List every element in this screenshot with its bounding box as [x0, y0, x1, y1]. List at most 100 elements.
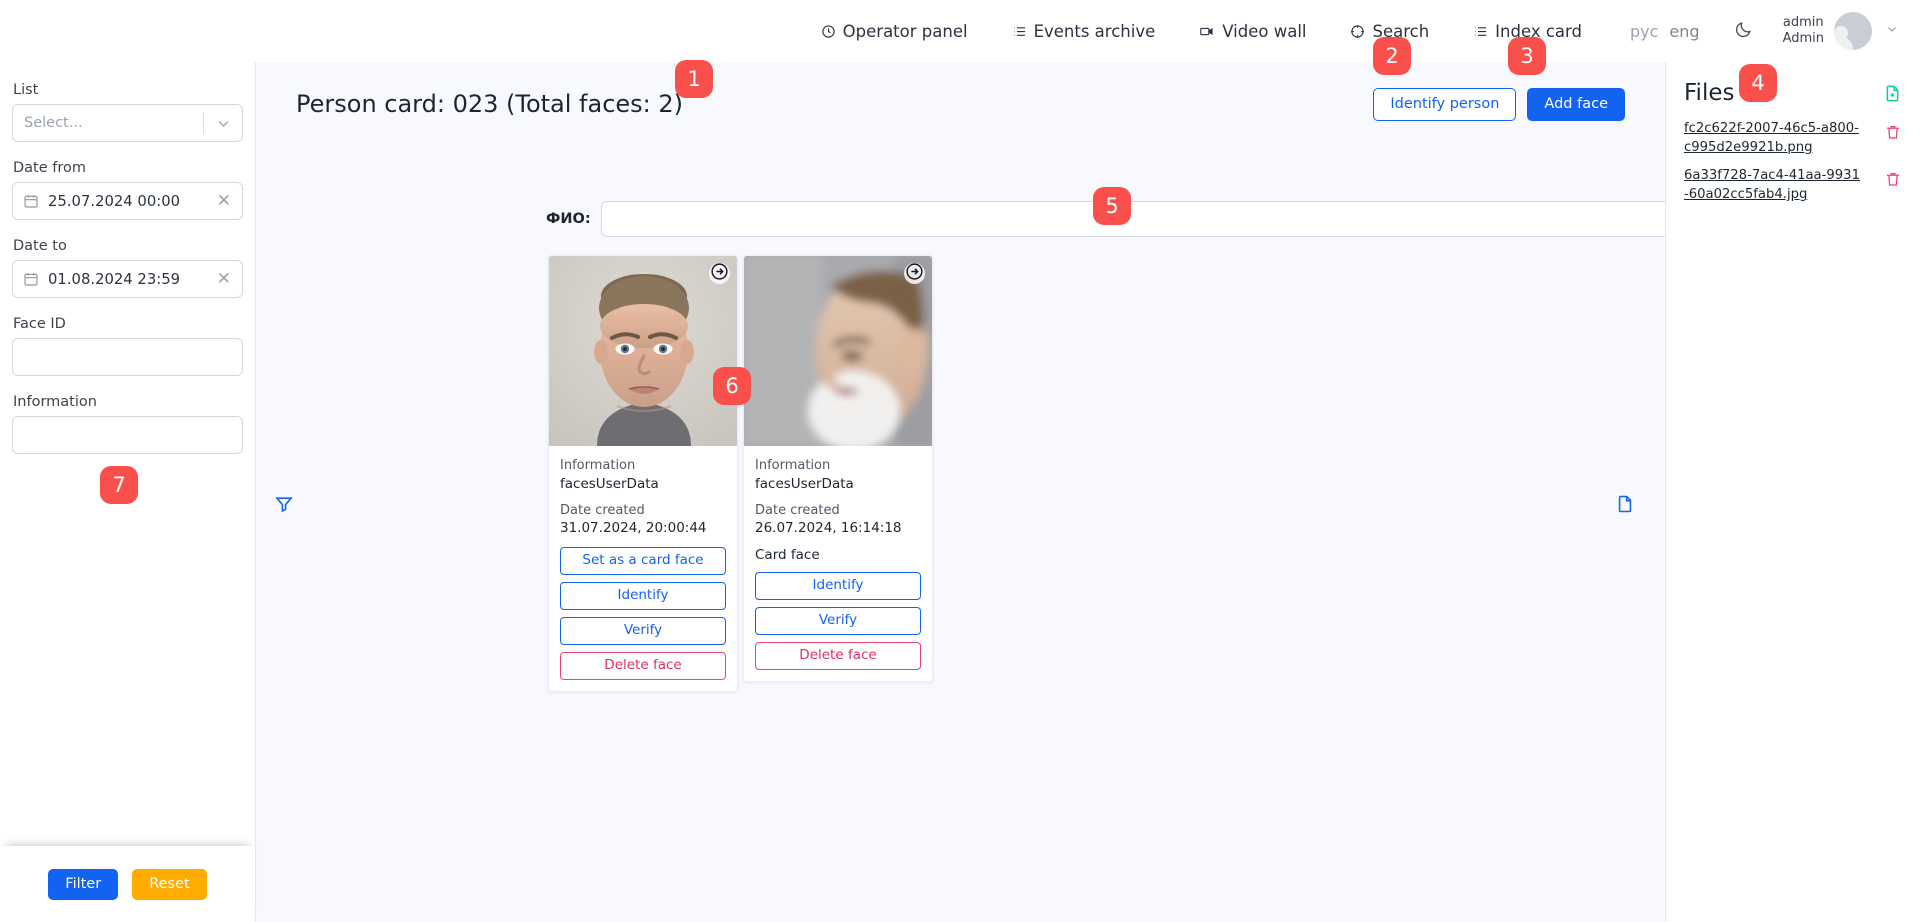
lang-ru[interactable]: рус [1630, 22, 1658, 41]
trash-icon [1884, 170, 1902, 192]
add-file-button[interactable] [1883, 80, 1902, 107]
face-card: Information facesUserData Date created 3… [548, 255, 738, 692]
face-card: Information facesUserData Date created 2… [743, 255, 933, 682]
date-from-input[interactable]: 25.07.2024 00:00 ✕ [12, 182, 243, 220]
identify-person-button[interactable]: Identify person [1373, 87, 1517, 121]
face-photo [744, 256, 932, 446]
information-value: facesUserData [755, 475, 854, 492]
information-input[interactable] [12, 416, 243, 454]
annotation-marker-3: 3 [1508, 37, 1546, 75]
trash-icon [1884, 123, 1902, 145]
fio-label: ФИО: [546, 211, 591, 227]
user-text: admin Admin [1783, 15, 1824, 48]
list-select[interactable]: Select... [12, 104, 243, 142]
information-block: Information facesUserData [560, 457, 726, 493]
target-icon [1350, 24, 1365, 39]
sidebar-scroll-area[interactable]: List Select... Date from 25.07.2024 00:0… [0, 62, 255, 846]
information-label: Information [560, 458, 636, 473]
page-title: Person card: 023 (Total faces: 2) [296, 90, 684, 118]
calendar-icon [23, 193, 39, 209]
face-image-1 [549, 256, 737, 446]
user-role: Admin [1782, 31, 1824, 46]
file-add-icon [1883, 84, 1902, 107]
information-block: Information facesUserData [755, 457, 921, 493]
date-from-value: 25.07.2024 00:00 [48, 192, 181, 210]
date-created-label: Date created [755, 502, 840, 518]
nav-item-events-archive[interactable]: Events archive [990, 11, 1178, 51]
user-menu[interactable]: admin Admin [1771, 12, 1898, 50]
set-as-card-face-button[interactable]: Set as a card face [560, 546, 726, 575]
field-group-list: List Select... [12, 82, 243, 142]
nav-label: Events archive [1033, 21, 1156, 41]
main-content: Person card: 023 (Total faces: 2) Identi… [256, 62, 1665, 922]
nav-label: Video wall [1222, 21, 1307, 41]
date-created-block: Date created 31.07.2024, 20:00:44 [560, 502, 726, 538]
list-label: List [13, 82, 39, 98]
face-id-input[interactable] [12, 338, 243, 376]
lang-en[interactable]: eng [1669, 22, 1699, 41]
file-list-item: 6a33f728-7ac4-41aa-9931-60a02cc5fab4.jpg [1684, 166, 1902, 204]
language-switcher: рус eng [1604, 22, 1716, 41]
video-camera-icon [1199, 24, 1215, 39]
arrow-right-circle-icon [710, 262, 729, 285]
files-title: Files [1684, 80, 1735, 106]
file-link[interactable]: 6a33f728-7ac4-41aa-9931-60a02cc5fab4.jpg [1684, 166, 1862, 204]
identify-button[interactable]: Identify [755, 571, 921, 600]
file-link[interactable]: fc2c622f-2007-46c5-a800-c995d2e9921b.png [1684, 119, 1862, 157]
date-created-block: Date created 26.07.2024, 16:14:18 [755, 502, 921, 538]
field-group-face-id: Face ID [12, 316, 243, 376]
open-face-button[interactable] [709, 263, 730, 284]
chevron-down-icon [204, 115, 242, 132]
avatar [1834, 12, 1872, 50]
filter-icon [274, 494, 294, 518]
date-created-value: 26.07.2024, 16:14:18 [755, 520, 902, 537]
list-icon [1473, 24, 1488, 39]
delete-file-button[interactable] [1884, 166, 1902, 192]
user-name: admin [1782, 14, 1824, 30]
chevron-down-icon [1886, 23, 1898, 39]
top-navigation-bar: Operator panel Events archive Video wall… [0, 0, 1920, 62]
face-cards-list: Information facesUserData Date created 3… [548, 255, 933, 692]
page-header: Person card: 023 (Total faces: 2) Identi… [296, 80, 1625, 128]
nav-label: Operator panel [842, 21, 968, 41]
add-face-button[interactable]: Add face [1527, 87, 1625, 121]
list-select-placeholder: Select... [24, 115, 83, 131]
date-to-input[interactable]: 01.08.2024 23:59 ✕ [12, 260, 243, 298]
field-group-information: Information [12, 394, 243, 454]
files-header: Files [1684, 80, 1902, 107]
clear-icon[interactable]: ✕ [214, 270, 234, 288]
annotation-marker-7: 7 [100, 466, 138, 504]
face-card-body: Information facesUserData Date created 2… [744, 446, 932, 681]
calendar-icon [23, 271, 39, 287]
verify-button[interactable]: Verify [755, 606, 921, 635]
document-toggle-button[interactable] [1611, 492, 1639, 520]
delete-face-button[interactable]: Delete face [755, 641, 921, 670]
nav-item-operator-panel[interactable]: Operator panel [799, 11, 990, 51]
nav-item-video-wall[interactable]: Video wall [1177, 11, 1328, 51]
clock-icon [821, 24, 836, 39]
delete-face-button[interactable]: Delete face [560, 651, 726, 680]
filter-toggle-button[interactable] [270, 492, 298, 520]
open-face-button[interactable] [904, 263, 925, 284]
reset-button[interactable]: Reset [132, 868, 207, 900]
information-label: Information [13, 394, 97, 410]
information-value: facesUserData [560, 475, 659, 492]
nav-items: Operator panel Events archive Video wall… [799, 11, 1898, 51]
date-to-label: Date to [13, 238, 67, 254]
verify-button[interactable]: Verify [560, 616, 726, 645]
clear-icon[interactable]: ✕ [214, 192, 234, 210]
theme-toggle-button[interactable] [1716, 20, 1771, 43]
delete-file-button[interactable] [1884, 119, 1902, 145]
moon-icon [1734, 20, 1753, 43]
identify-button[interactable]: Identify [560, 581, 726, 610]
face-id-label: Face ID [13, 316, 66, 332]
card-face-badge: Card face [755, 546, 820, 563]
annotation-marker-6: 6 [713, 367, 751, 405]
sidebar-footer: Filter Reset [0, 846, 255, 922]
face-photo [549, 256, 737, 446]
fio-input[interactable] [600, 201, 1665, 237]
file-list-item: fc2c622f-2007-46c5-a800-c995d2e9921b.png [1684, 119, 1902, 157]
filter-button[interactable]: Filter [48, 868, 119, 900]
face-image-2 [744, 256, 932, 446]
annotation-marker-1: 1 [675, 60, 713, 98]
